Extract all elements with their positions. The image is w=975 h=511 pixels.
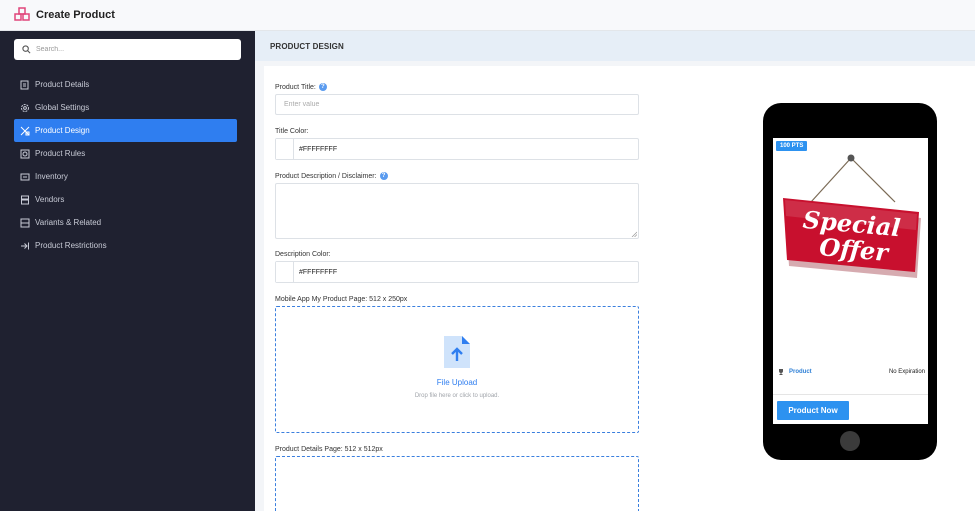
page-title: Create Product	[36, 9, 115, 21]
sidebar-item-vendors[interactable]: Vendors	[14, 188, 237, 211]
search-input[interactable]	[36, 46, 226, 53]
sidebar-nav: Product Details Global Settings Product …	[14, 73, 237, 257]
gear-icon	[20, 103, 30, 113]
details-upload-dropzone[interactable]	[275, 456, 639, 511]
product-title-input[interactable]	[275, 94, 639, 115]
sidebar-item-label: Product Design	[35, 126, 90, 135]
sidebar-item-label: Product Rules	[35, 149, 86, 158]
sidebar-item-label: Vendors	[35, 195, 65, 204]
help-icon[interactable]: ?	[379, 172, 388, 180]
title-color-value: #FFFFFFFF	[299, 145, 338, 153]
sidebar-item-label: Variants & Related	[35, 218, 102, 227]
divider	[773, 394, 928, 395]
product-details-icon	[20, 80, 30, 90]
sidebar-item-product-restrictions[interactable]: Product Restrictions	[14, 234, 237, 257]
mobile-upload-dropzone[interactable]: File Upload Drop file here or click to u…	[275, 306, 639, 433]
help-icon[interactable]: ?	[318, 83, 327, 91]
phone-preview: Special Offer 100 PTS Product No Expirat…	[763, 103, 937, 460]
search-icon	[22, 45, 31, 54]
upload-hint: Drop file here or click to upload.	[414, 393, 500, 399]
details-upload-label: Product Details Page: 512 x 512px	[275, 446, 383, 453]
top-bar: Create Product	[0, 0, 975, 31]
offer-text-line2: Offer	[818, 232, 891, 267]
product-info-row: Product No Expiration	[777, 366, 925, 378]
product-now-button[interactable]: Product Now	[777, 401, 849, 420]
variants-icon	[20, 218, 30, 228]
sidebar-item-product-design[interactable]: Product Design	[14, 119, 237, 142]
restrictions-icon	[20, 241, 30, 251]
points-badge: 100 PTS	[776, 141, 808, 151]
inventory-icon	[20, 172, 30, 182]
sidebar: Product Details Global Settings Product …	[0, 31, 255, 511]
description-label: Product Description / Disclaimer: ?	[275, 172, 388, 180]
vendors-icon	[20, 195, 30, 205]
description-label-text: Product Description / Disclaimer:	[275, 172, 377, 180]
sidebar-item-label: Product Details	[35, 80, 90, 89]
product-title-label: Product Title: ?	[275, 83, 327, 91]
phone-screen: Special Offer 100 PTS Product No Expirat…	[773, 138, 928, 424]
description-color-label: Description Color:	[275, 251, 331, 258]
title-color-swatch[interactable]	[276, 139, 294, 159]
phone-home-button	[840, 431, 860, 451]
search-box[interactable]	[14, 39, 241, 60]
upload-title: File Upload	[436, 378, 478, 387]
sidebar-item-product-details[interactable]: Product Details	[14, 73, 237, 96]
resize-grip-icon[interactable]	[631, 231, 637, 237]
title-color-label: Title Color:	[275, 128, 309, 135]
product-boxes-icon	[14, 7, 30, 21]
product-title-label-text: Product Title:	[275, 83, 316, 91]
sidebar-item-label: Product Restrictions	[35, 241, 107, 250]
product-label: Product	[789, 369, 812, 375]
description-color-value: #FFFFFFFF	[299, 268, 338, 276]
description-textarea[interactable]	[275, 183, 639, 239]
title-color-field[interactable]: #FFFFFFFF	[275, 138, 639, 160]
sidebar-item-label: Inventory	[35, 172, 68, 181]
file-upload-icon	[444, 336, 470, 368]
section-title: PRODUCT DESIGN	[255, 31, 975, 61]
special-offer-image: Special Offer	[783, 154, 921, 278]
sidebar-item-label: Global Settings	[35, 103, 90, 112]
sidebar-item-variants-related[interactable]: Variants & Related	[14, 211, 237, 234]
mobile-upload-label: Mobile App My Product Page: 512 x 250px	[275, 296, 408, 303]
description-color-swatch[interactable]	[276, 262, 294, 282]
sidebar-item-global-settings[interactable]: Global Settings	[14, 96, 237, 119]
expiration-text: No Expiration	[888, 369, 925, 375]
sidebar-item-product-rules[interactable]: Product Rules	[14, 142, 237, 165]
sidebar-item-inventory[interactable]: Inventory	[14, 165, 237, 188]
description-color-field[interactable]: #FFFFFFFF	[275, 261, 639, 283]
design-tools-icon	[20, 126, 30, 136]
trophy-icon	[779, 369, 783, 375]
rules-icon	[20, 149, 30, 159]
